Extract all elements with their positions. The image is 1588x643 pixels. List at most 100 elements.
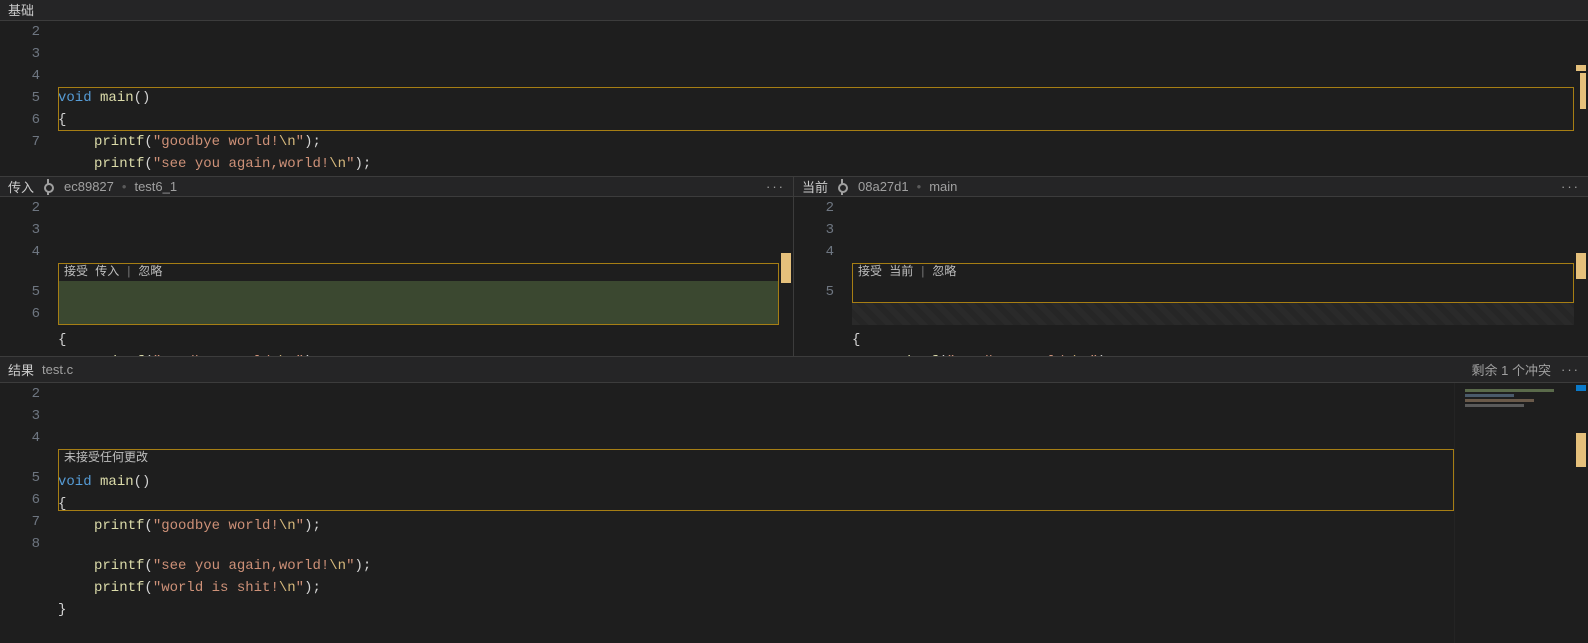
base-overview-ruler[interactable] (1574, 21, 1588, 176)
code-token: ( (144, 153, 152, 175)
code-token: \n (279, 131, 296, 153)
code-row: void main() (58, 471, 1454, 493)
code-token: ); (304, 351, 321, 356)
ruler-mark (1576, 253, 1586, 279)
code-token: ); (1098, 351, 1115, 356)
code-token: printf (888, 351, 938, 356)
code-token: ( (144, 351, 152, 356)
minimap-line (1465, 389, 1554, 392)
ruler-mark (1576, 433, 1586, 467)
code-token: " (296, 577, 304, 599)
code-token: printf (94, 175, 144, 176)
incoming-gutter: 23456 (0, 197, 58, 356)
code-token: () (134, 87, 151, 109)
remaining-conflicts: 剩余 1 个冲突 (1472, 360, 1551, 379)
code-token: " (346, 153, 354, 175)
current-overview-ruler[interactable] (1574, 197, 1588, 356)
code-token: ( (144, 175, 152, 176)
code-token: printf (94, 577, 144, 599)
code-token: ); (304, 515, 321, 537)
code-token: \n (329, 555, 346, 577)
code-row: printf("see you again,world!\n"); (58, 153, 1574, 175)
accept-incoming-link[interactable]: 接受 传入 (64, 261, 119, 283)
incoming-branch: test6_1 (134, 179, 177, 194)
result-minimap[interactable] (1454, 383, 1574, 643)
ignore-current-link[interactable]: 忽略 (932, 261, 956, 283)
code-row: printf("goodbye world!\n"); (58, 515, 1454, 537)
result-info-bar: 未接受任何更改 (58, 449, 1454, 467)
base-title: 基础 (8, 0, 34, 19)
code-token: " (1090, 351, 1098, 356)
code-token: " (346, 555, 354, 577)
current-gutter: 2345 (794, 197, 852, 356)
base-panel: 基础 234567 void main(){printf("goodbye wo… (0, 0, 1588, 176)
code-token: \n (329, 153, 346, 175)
incoming-commit: ec89827 (64, 179, 114, 194)
code-token: "goodbye world! (947, 351, 1073, 356)
current-commit: 08a27d1 (858, 179, 909, 194)
current-panel: 当前 08a27d1 • main ··· 2345 接受 当前 | 忽略 (794, 177, 1588, 356)
code-token: ( (938, 351, 946, 356)
code-row: printf("goodbye world!\n"); (58, 351, 779, 356)
incoming-editor[interactable]: 23456 接受 传入 | 忽略 void main(){printf("goo… (0, 197, 793, 356)
code-token: printf (94, 351, 144, 356)
code-token: ( (144, 131, 152, 153)
result-title: 结果 (8, 360, 34, 379)
code-token: { (58, 109, 66, 131)
code-token: "world is shit! (153, 577, 279, 599)
incoming-header: 传入 ec89827 • test6_1 ··· (0, 177, 793, 197)
base-header: 基础 (0, 0, 1588, 21)
more-icon[interactable]: ··· (1561, 179, 1580, 194)
incoming-overview-ruler[interactable] (779, 197, 793, 356)
incoming-code: 接受 传入 | 忽略 void main(){printf("goodbye w… (58, 197, 779, 356)
code-token: void (58, 87, 92, 109)
code-token: { (852, 329, 860, 351)
code-token: "goodbye world! (153, 515, 279, 537)
code-token: void (58, 307, 92, 329)
code-token: " (296, 131, 304, 153)
code-token: \n (279, 351, 296, 356)
code-token: { (58, 493, 66, 515)
code-token (92, 87, 100, 109)
commit-icon (42, 181, 54, 193)
code-row: printf("goodbye world!\n"); (58, 131, 1574, 153)
ruler-mark (781, 253, 791, 283)
code-token: "see you again,world! (153, 555, 329, 577)
code-row: printf("goodbye world!\n"); (852, 351, 1574, 356)
code-token: " (296, 351, 304, 356)
code-token: "goodbye world! (153, 131, 279, 153)
code-token (886, 307, 894, 329)
code-token: { (58, 329, 66, 351)
minimap-line (1465, 399, 1534, 402)
base-editor[interactable]: 234567 void main(){printf("goodbye world… (0, 21, 1588, 176)
accept-current-link[interactable]: 接受 当前 (858, 261, 913, 283)
code-row: { (852, 329, 1574, 351)
code-token: } (58, 599, 66, 621)
code-row: void main() (852, 307, 1574, 329)
code-token: ); (354, 555, 371, 577)
current-editor[interactable]: 2345 接受 当前 | 忽略 void main(){printf("good… (794, 197, 1588, 356)
ruler-mark (1576, 65, 1586, 71)
result-editor[interactable]: 2345678 未接受任何更改 void main(){printf("good… (0, 383, 1588, 643)
code-token: "world is shit! (153, 175, 279, 176)
result-filename: test.c (42, 362, 73, 377)
code-row: { (58, 109, 1574, 131)
current-code: 接受 当前 | 忽略 void main(){printf("goodbye w… (852, 197, 1574, 356)
code-token: ); (304, 577, 321, 599)
minimap-line (1465, 394, 1514, 397)
base-code: void main(){printf("goodbye world!\n");p… (58, 21, 1574, 176)
ruler-mark (1576, 385, 1586, 391)
separator-dot: • (917, 179, 922, 194)
code-token: printf (94, 153, 144, 175)
code-token: " (296, 175, 304, 176)
more-icon[interactable]: ··· (1561, 362, 1580, 377)
code-row: { (58, 329, 779, 351)
code-token: \n (279, 577, 296, 599)
code-row: } (58, 599, 1454, 621)
result-overview-ruler[interactable] (1574, 383, 1588, 643)
more-icon[interactable]: ··· (766, 179, 785, 194)
code-token: main (100, 307, 134, 329)
ignore-incoming-link[interactable]: 忽略 (138, 261, 162, 283)
current-branch: main (929, 179, 957, 194)
incoming-title: 传入 (8, 177, 34, 196)
